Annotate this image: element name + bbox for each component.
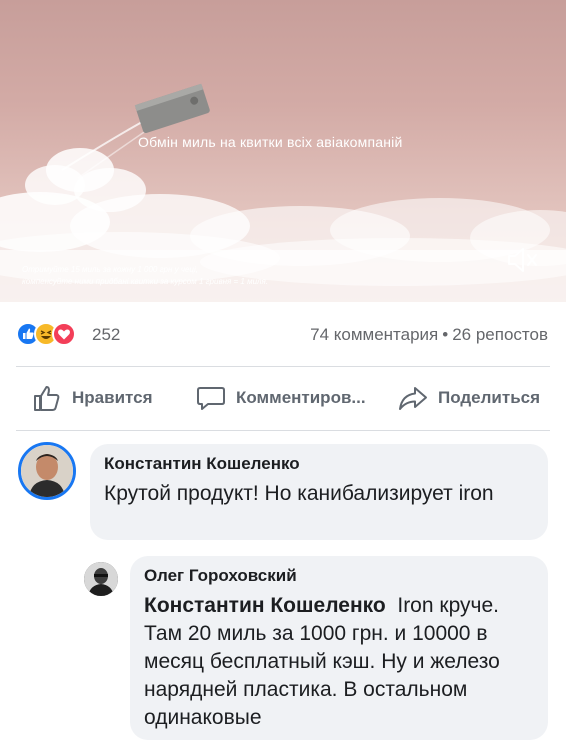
comment-text: Крутой продукт! Но канибализирует iron [104,482,494,505]
volume-off-icon[interactable] [505,246,539,274]
comment-author[interactable]: Константин Кошеленко [104,454,534,474]
thumbs-up-icon [34,386,60,411]
comment-bubble[interactable]: Константин Кошеленко Крутой продукт! Но … [90,444,548,540]
comment-bubble-icon [197,387,225,410]
reaction-count[interactable]: 252 [92,325,120,345]
share-button-label: Поделиться [438,388,541,407]
share-button[interactable]: Поделиться [398,380,540,416]
mention-link[interactable]: Константин Кошеленко [144,594,386,617]
divider [16,430,550,431]
reactions-bar: 252 74 комментария • 26 репостов [0,314,566,354]
avatar[interactable] [18,442,76,500]
separator-dot: • [442,325,449,344]
reaction-icons[interactable] [16,322,92,346]
video-headline: Обмін миль на квитки всіх авіакомпаній [138,134,403,150]
share-arrow-icon [399,387,427,410]
love-icon [52,322,76,346]
avatar[interactable] [84,562,118,596]
like-button-label: Нравится [72,388,153,407]
comment-button[interactable]: Комментиров... [196,380,366,416]
post-actions: Нравится Комментиров... Поделиться [0,370,566,426]
comment-button-label: Комментиров... [236,388,366,407]
comment-author[interactable]: Олег Гороховский [144,566,534,586]
video-player[interactable]: Обмін миль на квитки всіх авіакомпаній О… [0,0,566,302]
like-button[interactable]: Нравится [32,380,153,416]
user-photo-icon [21,445,73,497]
comment-bubble[interactable]: Олег Гороховский Константин Кошеленко Ir… [130,556,548,740]
comment-text: Константин Кошеленко Iron круче. Там 20 … [144,592,536,732]
engagement-summary: 74 комментария • 26 репостов [310,325,548,345]
clouds-card-illustration [0,83,566,302]
video-fine-print: Отримуйте 15 миль за кожну 1 000 грн у ч… [22,265,269,286]
divider [16,366,550,367]
comments-count[interactable]: 74 комментария [310,325,438,344]
user-photo-icon [84,562,118,596]
shares-count[interactable]: 26 репостов [452,325,548,344]
